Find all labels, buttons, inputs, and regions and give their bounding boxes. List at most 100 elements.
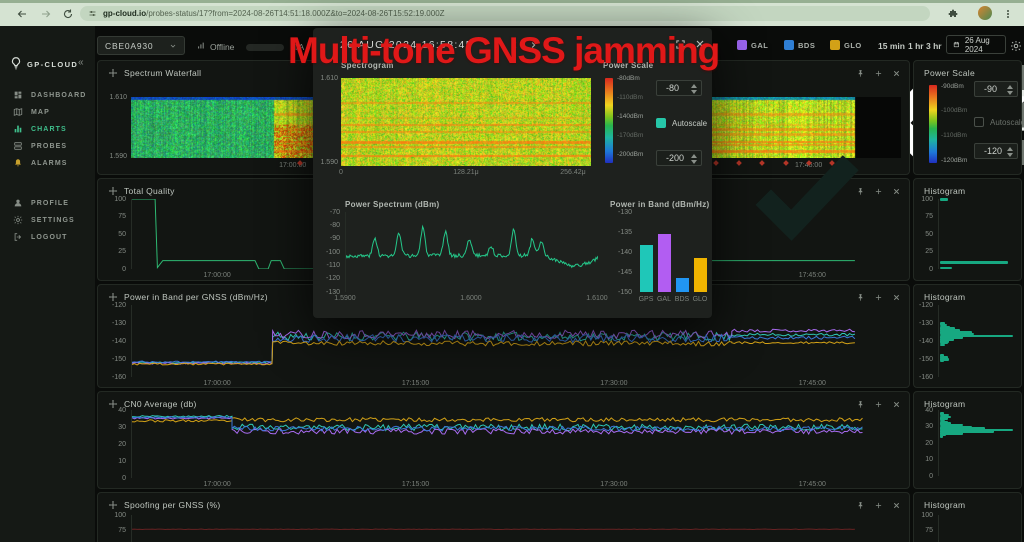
- browser-profile-avatar[interactable]: [978, 6, 992, 20]
- sidebar-item-label: MAP: [31, 108, 50, 116]
- browser-back-icon[interactable]: [16, 8, 28, 20]
- sidebar-item-probes[interactable]: PROBES: [0, 139, 95, 153]
- range-15min-button[interactable]: 15 min: [878, 41, 905, 51]
- stepper[interactable]: [1007, 85, 1013, 95]
- bell-icon: [13, 158, 23, 168]
- site-settings-icon[interactable]: [88, 9, 97, 18]
- stepper[interactable]: [1007, 147, 1013, 157]
- scale-label: -80dBm: [617, 75, 640, 82]
- autoscale-label: Autoscale: [990, 117, 1024, 127]
- panel-title: CN0 Average (db): [124, 399, 197, 409]
- browser-chrome: gp-cloud.io/probes-status/17?from=2024-0…: [0, 0, 1024, 26]
- move-icon[interactable]: [108, 292, 118, 302]
- spoofing-panel: Spoofing per GNSS (%) 100 75: [97, 492, 910, 542]
- power-max-input[interactable]: -90: [974, 81, 1018, 97]
- panel-title: Power in Band per GNSS (dBm/Hz): [124, 292, 268, 302]
- sidebar-item-label: DASHBOARD: [31, 91, 87, 99]
- sidebar-item-label: LOGOUT: [31, 233, 68, 241]
- modal-power-max-input[interactable]: -80: [656, 80, 702, 96]
- sidebar-item-profile[interactable]: PROFILE: [0, 196, 95, 210]
- date-picker[interactable]: 26 Aug 2024: [946, 35, 1006, 54]
- legend-bds-checkbox[interactable]: BDS: [784, 40, 815, 50]
- layout-rows-icon[interactable]: [838, 40, 850, 52]
- legend-gal-checkbox[interactable]: GAL: [737, 40, 768, 50]
- window-edge: [0, 0, 1024, 3]
- extensions-icon[interactable]: [948, 8, 960, 20]
- sidebar-item-dashboard[interactable]: DASHBOARD: [0, 88, 95, 102]
- logout-icon: [13, 232, 23, 242]
- modal-autoscale-checkbox[interactable]: Autoscale: [656, 118, 707, 128]
- close-icon[interactable]: [892, 400, 901, 409]
- close-icon[interactable]: [892, 69, 901, 78]
- settings-gear-icon[interactable]: [1010, 40, 1022, 52]
- y-axis-label: 1.610: [109, 94, 127, 101]
- browser-forward-icon[interactable]: [40, 8, 52, 20]
- close-icon[interactable]: [892, 293, 901, 302]
- panel-title: Histogram: [924, 399, 966, 409]
- sidebar-collapse-button[interactable]: «: [78, 57, 84, 68]
- scale-label: -140dBm: [617, 113, 644, 120]
- battery-progress: [246, 44, 284, 51]
- sidebar-item-charts[interactable]: CHARTS: [0, 122, 95, 136]
- add-icon[interactable]: [874, 400, 883, 409]
- layout-grid4-icon[interactable]: [818, 40, 830, 52]
- power-spectrum-title: Power Spectrum (dBm): [345, 200, 440, 209]
- gp-cloud-logo-icon: [9, 56, 23, 70]
- device-select-value: CBE0A930: [105, 40, 154, 51]
- dashboard-icon: [13, 90, 23, 100]
- autoscale-checkbox[interactable]: Autoscale: [974, 117, 1024, 127]
- move-icon[interactable]: [108, 500, 118, 510]
- sidebar-item-logout[interactable]: LOGOUT: [0, 230, 95, 244]
- pin-icon[interactable]: [856, 69, 865, 78]
- sidebar-item-settings[interactable]: SETTINGS: [0, 213, 95, 227]
- panel-title: Power Scale: [924, 68, 976, 78]
- sidebar-item-map[interactable]: MAP: [0, 105, 95, 119]
- range-3hr-button[interactable]: 3 hr: [926, 41, 942, 51]
- charts-icon: [13, 124, 23, 134]
- browser-refresh-icon[interactable]: [62, 8, 74, 20]
- gear-icon: [13, 215, 23, 225]
- cn0-average-panel: CN0 Average (db) 40 30 20 10 0 17:00:00 17:15:…: [97, 391, 910, 489]
- panel-title: Spectrum Waterfall: [124, 68, 202, 78]
- person-icon: [13, 198, 23, 208]
- add-icon[interactable]: [874, 501, 883, 510]
- stepper[interactable]: [691, 84, 697, 94]
- sidebar-item-label: PROFILE: [31, 199, 70, 207]
- x-axis-label: 256.42μ: [560, 169, 586, 176]
- stepper[interactable]: [691, 154, 697, 164]
- move-icon[interactable]: [108, 399, 118, 409]
- pin-icon[interactable]: [856, 293, 865, 302]
- power-min-value: -200: [666, 153, 685, 163]
- map-icon: [13, 107, 23, 117]
- checkbox-icon: [974, 117, 984, 127]
- add-icon[interactable]: [874, 293, 883, 302]
- status-text: Offline: [210, 42, 235, 52]
- pin-icon[interactable]: [856, 501, 865, 510]
- y-axis-label: 1.590: [109, 153, 127, 160]
- move-icon[interactable]: [108, 68, 118, 78]
- power-min-value: -120: [984, 146, 1003, 156]
- panel-title: Spoofing per GNSS (%): [124, 500, 221, 510]
- pin-icon[interactable]: [856, 400, 865, 409]
- range-1hr-button[interactable]: 1 hr: [908, 41, 924, 51]
- sidebar-item-label: ALARMS: [31, 159, 68, 167]
- move-icon[interactable]: [108, 186, 118, 196]
- power-scale-gradient: [605, 78, 613, 163]
- gal-swatch: [737, 40, 747, 50]
- close-icon[interactable]: [892, 501, 901, 510]
- url-text: gp-cloud.io/probes-status/17?from=2024-0…: [103, 9, 445, 18]
- sidebar-item-alarms[interactable]: ALARMS: [0, 156, 95, 170]
- layout-grid6-icon[interactable]: [858, 40, 870, 52]
- sidebar-item-label: CHARTS: [31, 125, 67, 133]
- power-min-input[interactable]: -120: [974, 143, 1018, 159]
- y-axis-label: 1.590: [320, 159, 338, 166]
- checkbox-checked-icon: [656, 118, 666, 128]
- power-spectrum-chart: -70 -80 -90 -100 -110 -120 -130 1.5900 1.6000 1.6…: [325, 208, 608, 303]
- address-bar[interactable]: gp-cloud.io/probes-status/17?from=2024-0…: [80, 6, 930, 21]
- x-axis-label: 0: [339, 169, 343, 176]
- add-icon[interactable]: [874, 69, 883, 78]
- modal-power-min-input[interactable]: -200: [656, 150, 702, 166]
- browser-menu-icon[interactable]: [1002, 8, 1014, 20]
- device-select[interactable]: CBE0A930: [97, 36, 185, 55]
- scale-label: -200dBm: [617, 151, 644, 158]
